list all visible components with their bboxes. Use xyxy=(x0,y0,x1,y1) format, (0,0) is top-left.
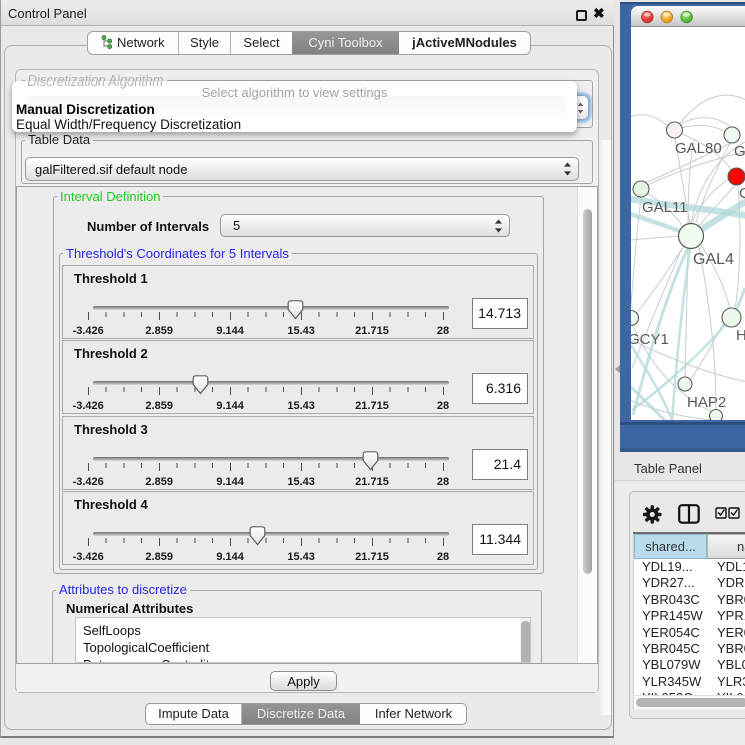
svg-text:GCY1: GCY1 xyxy=(631,331,669,348)
svg-text:GAL4: GAL4 xyxy=(693,251,734,268)
svg-text:C: C xyxy=(739,185,745,202)
svg-text:GA: GA xyxy=(734,143,745,160)
svg-text:HI: HI xyxy=(736,327,745,344)
svg-text:GAL80: GAL80 xyxy=(675,140,722,157)
svg-text:HAP2: HAP2 xyxy=(687,394,726,411)
svg-text:GAL11: GAL11 xyxy=(642,199,688,216)
